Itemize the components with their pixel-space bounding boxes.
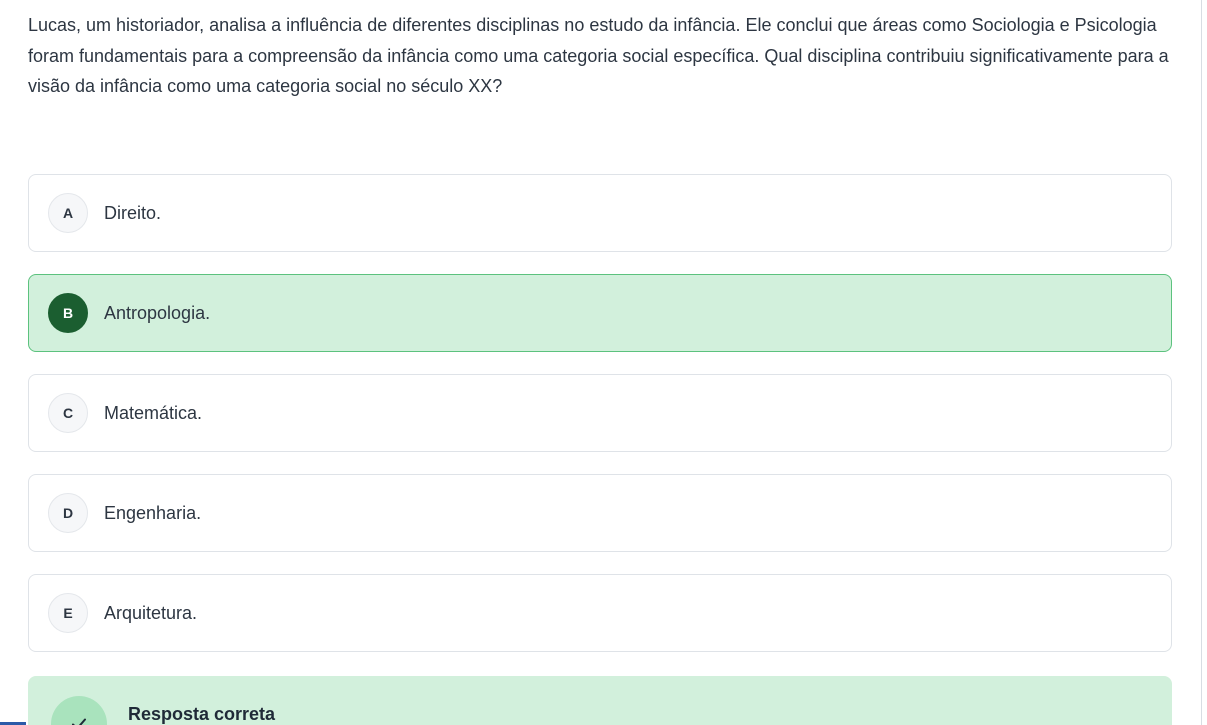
answer-options: A Direito. B Antropologia. C Matemática.… [28,174,1172,674]
check-icon [51,696,107,725]
option-label: Engenharia. [104,502,202,523]
page: Lucas, um historiador, analisa a influên… [0,0,1207,725]
feedback-panel: Resposta correta [28,676,1172,725]
panel-divider [1201,0,1202,725]
option-letter-badge: C [48,393,88,433]
option-label: Matemática. [104,402,203,423]
option-b[interactable]: B Antropologia. [28,274,1172,352]
question-text: Lucas, um historiador, analisa a influên… [28,15,1169,96]
option-label: Arquitetura. [104,602,198,623]
option-letter-badge: A [48,193,88,233]
option-letter-badge: B [48,293,88,333]
option-letter-badge: D [48,493,88,533]
option-letter-badge: E [48,593,88,633]
option-label: Direito. [104,202,162,223]
check-icon-glyph [72,718,86,725]
option-d[interactable]: D Engenharia. [28,474,1172,552]
option-e[interactable]: E Arquitetura. [28,574,1172,652]
option-c[interactable]: C Matemática. [28,374,1172,452]
option-a[interactable]: A Direito. [28,174,1172,252]
feedback-title: Resposta correta [128,704,276,724]
option-label: Antropologia. [104,302,211,323]
